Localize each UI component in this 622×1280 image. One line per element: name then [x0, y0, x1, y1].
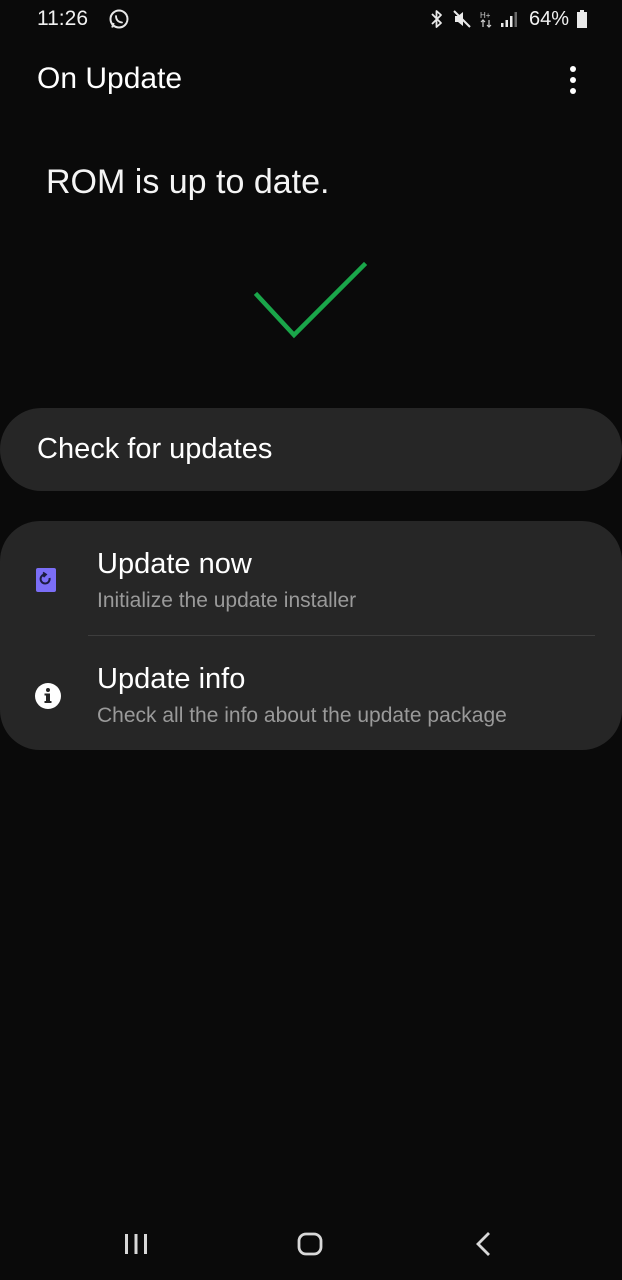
- more-vert-dot: [570, 88, 576, 94]
- update-now-item[interactable]: Update now Initialize the update install…: [0, 521, 622, 635]
- update-info-subtitle: Check all the info about the update pack…: [97, 704, 507, 727]
- signal-icon: [500, 10, 518, 28]
- recents-icon[interactable]: [124, 1233, 148, 1255]
- bluetooth-icon: [429, 9, 445, 29]
- svg-text:H+: H+: [480, 11, 491, 20]
- update-info-title: Update info: [97, 663, 246, 695]
- more-vert-icon: [570, 66, 576, 72]
- back-icon[interactable]: [474, 1231, 494, 1257]
- update-now-subtitle: Initialize the update installer: [97, 589, 357, 612]
- status-icons: H+ 64%: [429, 6, 588, 32]
- update-installer-icon: [34, 566, 58, 592]
- mute-icon: [452, 9, 472, 29]
- options-card: Update now Initialize the update install…: [0, 521, 622, 750]
- more-vert-dot: [570, 77, 576, 83]
- update-now-title: Update now: [97, 548, 252, 580]
- battery-icon: [576, 9, 588, 29]
- more-options-button[interactable]: [558, 60, 588, 100]
- battery-percent: 64%: [528, 7, 569, 30]
- whatsapp-icon: [108, 8, 130, 30]
- info-icon: [34, 682, 61, 709]
- update-info-item[interactable]: Update info Check all the info about the…: [0, 636, 622, 750]
- home-icon[interactable]: [297, 1232, 323, 1256]
- check-icon: [250, 258, 372, 346]
- check-for-updates-button[interactable]: Check for updates: [0, 408, 622, 491]
- data-icon: H+: [479, 9, 493, 29]
- status-bar: 11:26 H+ 64%: [0, 0, 622, 40]
- status-time: 11:26: [37, 7, 88, 30]
- navigation-bar: [0, 1208, 622, 1280]
- check-for-updates-label: Check for updates: [37, 433, 273, 465]
- page-title: On Update: [37, 62, 183, 95]
- rom-status-message: ROM is up to date.: [46, 163, 330, 201]
